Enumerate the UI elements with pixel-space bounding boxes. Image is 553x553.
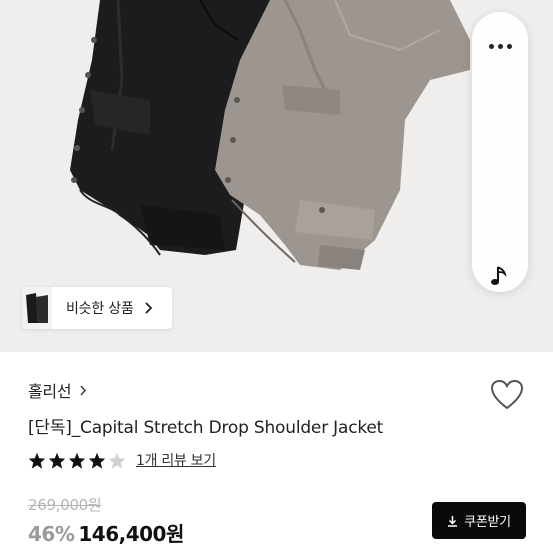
sale-price: 146,400원 bbox=[78, 522, 184, 546]
brand-link[interactable]: 홀리선 bbox=[28, 378, 87, 402]
coupon-button-label: 쿠폰받기 bbox=[464, 515, 511, 530]
star-icon bbox=[48, 452, 66, 469]
chevron-right-icon bbox=[79, 384, 87, 397]
music-note-icon[interactable] bbox=[472, 256, 528, 296]
product-image[interactable]: 비슷한 상품 bbox=[0, 0, 553, 352]
star-icon bbox=[68, 452, 86, 469]
similar-products-label: 비슷한 상품 bbox=[66, 301, 134, 317]
more-dots-icon[interactable] bbox=[472, 22, 528, 70]
similar-product-thumbnail bbox=[22, 287, 52, 329]
star-empty-icon bbox=[108, 452, 126, 469]
heart-icon[interactable] bbox=[489, 378, 525, 412]
brand-name: 홀리선 bbox=[28, 382, 72, 401]
discount-rate: 46% bbox=[28, 522, 75, 546]
side-action-bar bbox=[472, 12, 528, 292]
chevron-right-icon bbox=[144, 301, 153, 315]
star-icon bbox=[28, 452, 46, 469]
price-row: 46% 146,400원 bbox=[28, 518, 184, 547]
similar-products-button[interactable]: 비슷한 상품 bbox=[22, 287, 172, 329]
product-title: [단독]_Capital Stretch Drop Shoulder Jacke… bbox=[28, 418, 384, 438]
rating-stars bbox=[28, 452, 128, 469]
review-link[interactable]: 1개 리뷰 보기 bbox=[136, 450, 216, 470]
star-icon bbox=[88, 452, 106, 469]
coupon-button[interactable]: 쿠폰받기 bbox=[432, 502, 526, 539]
rating-row: 1개 리뷰 보기 bbox=[28, 450, 216, 470]
download-icon bbox=[447, 515, 458, 527]
original-price: 269,000원 bbox=[28, 496, 102, 514]
